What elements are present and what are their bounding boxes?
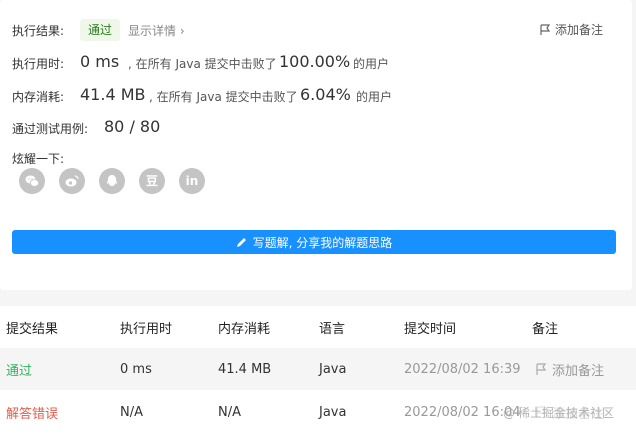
write-solution-button[interactable]: 写题解, 分享我的解题思路 xyxy=(12,230,616,254)
at-icon: @ xyxy=(503,405,515,420)
runtime-beat-text: , 在所有 Java 提交中击败了 xyxy=(128,57,277,71)
header-result: 提交结果 xyxy=(6,321,59,337)
result-label: 执行结果: xyxy=(12,24,65,38)
submission-result-card: 执行结果: 通过 显示详情 › 添加备注 执行用时: 0 ms , 在所有 Ja… xyxy=(0,0,632,290)
watermark-text: 稀土掘金技术社区 xyxy=(518,406,615,420)
row-language: Java xyxy=(319,404,347,420)
row-language: Java xyxy=(319,361,347,377)
douban-icon[interactable]: 豆 xyxy=(139,168,165,194)
row-memory: 41.4 MB xyxy=(218,361,272,377)
row-add-note-button[interactable]: 添加备注 xyxy=(536,348,604,390)
header-time: 提交时间 xyxy=(404,321,457,337)
header-language: 语言 xyxy=(319,321,346,337)
row-runtime: 0 ms xyxy=(120,361,152,377)
table-row[interactable]: 通过 0 ms 41.4 MB Java 2022/08/02 16:39 添加… xyxy=(0,348,636,390)
status-badge: 通过 xyxy=(80,19,121,41)
header-runtime: 执行用时 xyxy=(120,321,173,337)
tests-value: 80 / 80 xyxy=(104,117,161,136)
tests-label: 通过测试用例: xyxy=(12,122,89,136)
runtime-suffix: 的用户 xyxy=(353,57,390,71)
row-time: 2022/08/02 16:39 xyxy=(404,361,521,377)
flag-icon xyxy=(536,362,547,375)
row-memory: N/A xyxy=(218,404,241,420)
memory-beat-text: , 在所有 Java 提交中击败了 xyxy=(149,90,298,104)
memory-suffix: 的用户 xyxy=(356,90,393,104)
runtime-percent: 100.00% xyxy=(279,52,351,71)
table-header-row: 提交结果 执行用时 内存消耗 语言 提交时间 备注 xyxy=(0,306,636,348)
flag-icon xyxy=(540,23,551,35)
runtime-label: 执行用时: xyxy=(12,57,65,71)
write-solution-label: 写题解, 分享我的解题思路 xyxy=(252,235,393,250)
add-note-label: 添加备注 xyxy=(555,23,604,37)
header-memory: 内存消耗 xyxy=(218,321,271,337)
qq-icon[interactable] xyxy=(99,168,125,194)
header-note: 备注 xyxy=(532,321,559,337)
row-runtime: N/A xyxy=(120,404,143,420)
row-result-link[interactable]: 解答错误 xyxy=(6,390,58,434)
linkedin-icon[interactable]: in xyxy=(179,168,205,194)
weibo-icon[interactable] xyxy=(59,168,85,194)
memory-label: 内存消耗: xyxy=(12,90,65,104)
watermark: @ 稀土掘金技术社区 xyxy=(503,404,614,421)
pencil-icon xyxy=(236,237,246,247)
runtime-value: 0 ms xyxy=(80,52,120,71)
memory-value: 41.4 MB xyxy=(80,85,146,104)
share-label: 炫耀一下: xyxy=(12,152,65,166)
add-note-button[interactable]: 添加备注 xyxy=(540,21,603,38)
memory-percent: 6.04% xyxy=(300,85,351,104)
wechat-icon[interactable] xyxy=(19,168,45,194)
show-details-link[interactable]: 显示详情 › xyxy=(128,22,185,39)
row-result-link[interactable]: 通过 xyxy=(6,348,32,390)
row-add-note-label: 添加备注 xyxy=(552,363,605,379)
